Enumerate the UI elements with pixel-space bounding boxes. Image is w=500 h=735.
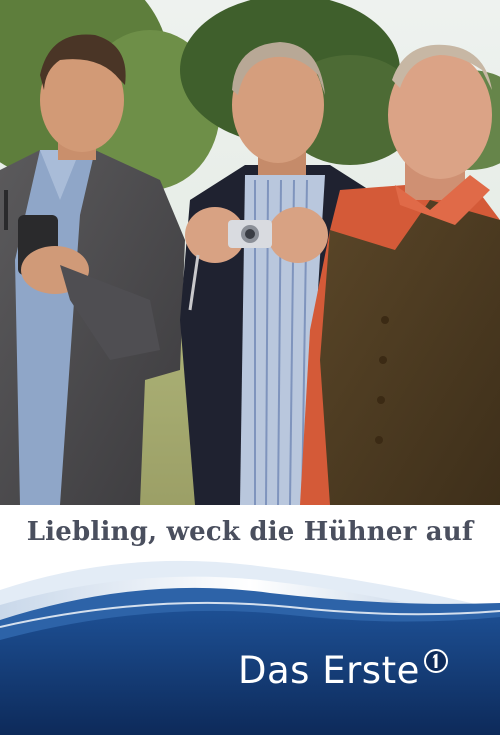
movie-poster: Liebling, weck die Hühner auf Das Erste [0, 0, 500, 735]
channel-name: Das Erste [238, 648, 420, 692]
das-erste-1-logo-icon [423, 649, 448, 673]
channel-banner [0, 545, 500, 735]
channel-branding: Das Erste [238, 645, 449, 695]
movie-title: Liebling, weck die Hühner auf [26, 517, 474, 547]
poster-photo [0, 0, 500, 505]
